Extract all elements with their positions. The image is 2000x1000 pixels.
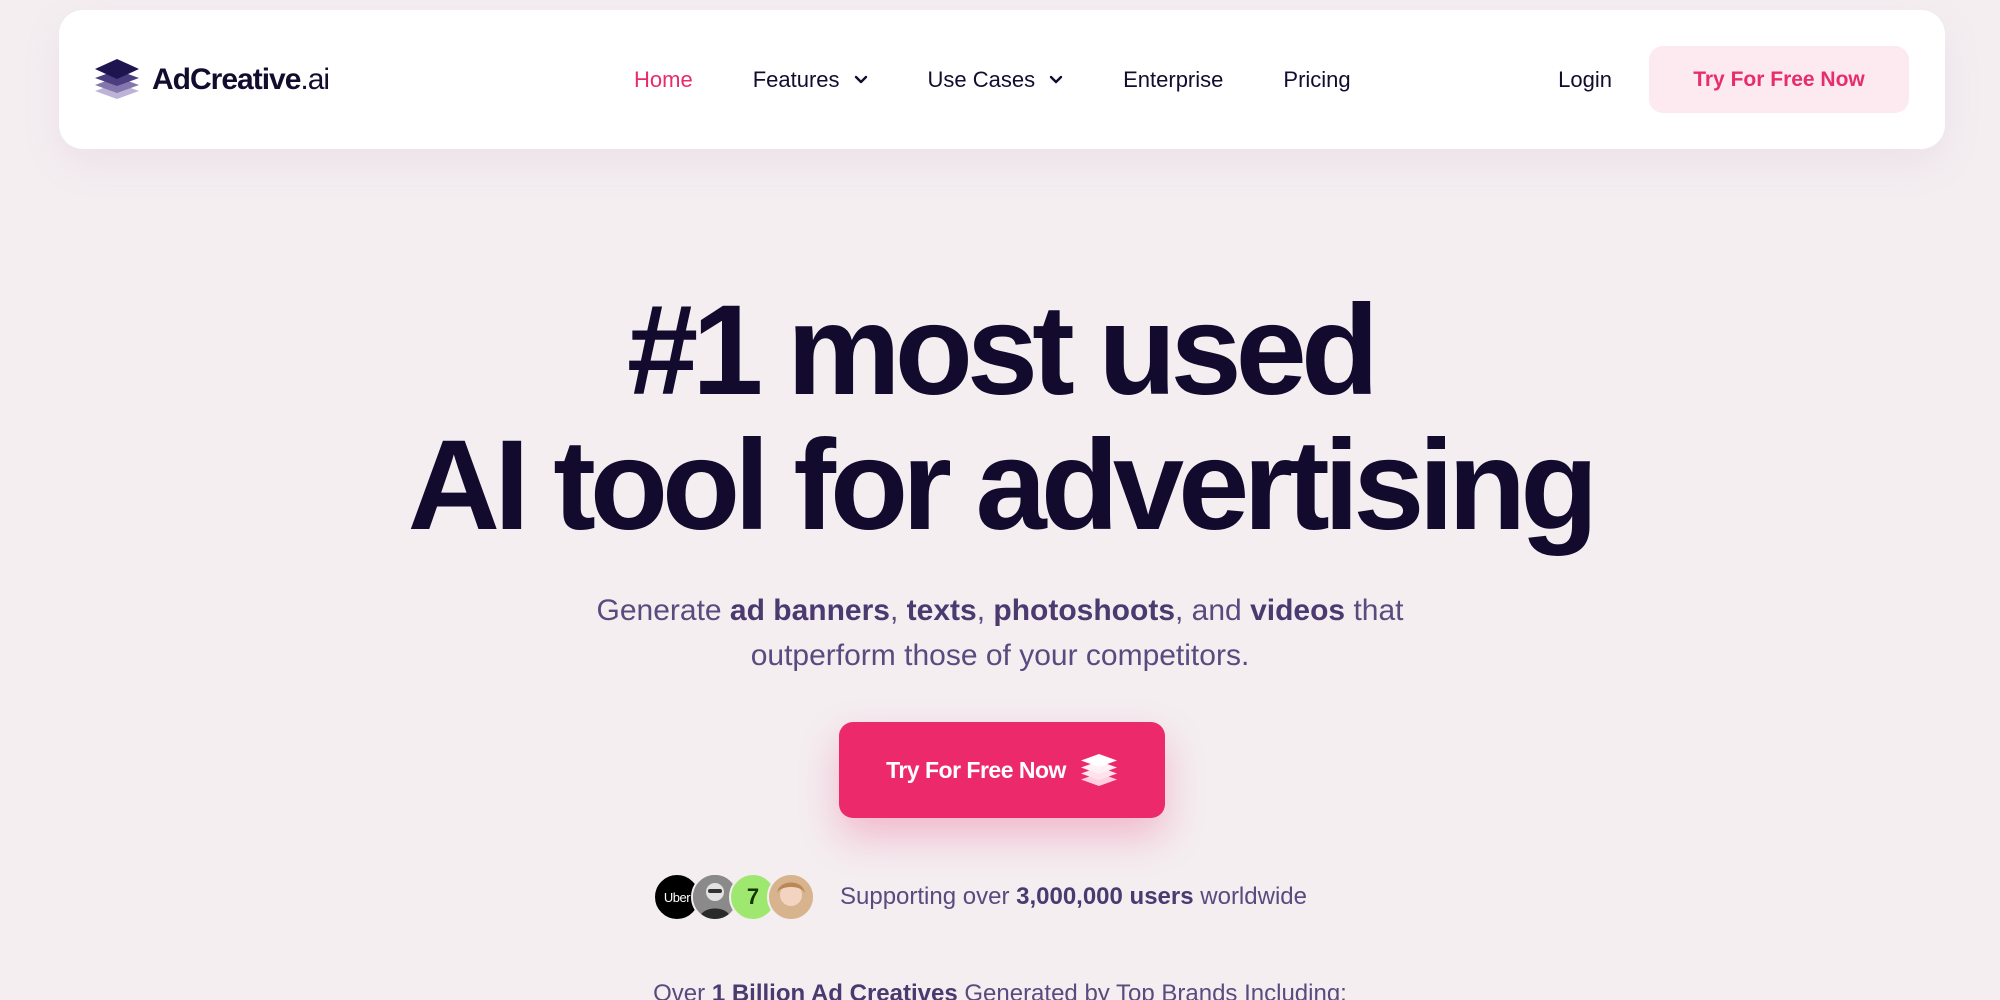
chevron-down-icon	[1049, 75, 1063, 83]
hero-try-free-button[interactable]: Try For Free Now	[839, 722, 1165, 818]
nav-enterprise-label: Enterprise	[1123, 66, 1224, 92]
nav-features-label: Features	[752, 66, 840, 92]
layers-logo-icon	[95, 59, 139, 99]
nav-use-cases-label: Use Cases	[927, 66, 1036, 92]
hero-subtitle: Generate ad banners, texts, photoshoots,…	[596, 594, 1404, 672]
nav-links: Home Features Use Cases Enterprise Prici…	[634, 10, 1411, 149]
nav-try-free-button[interactable]: Try For Free Now	[1649, 46, 1909, 113]
nav-pricing-label: Pricing	[1283, 66, 1351, 92]
nav-home-label: Home	[634, 66, 693, 92]
logo[interactable]: AdCreative.ai	[94, 57, 330, 103]
users-count-text: Supporting over 3,000,000 users worldwid…	[840, 883, 1307, 910]
hero-title-line1: #1 most used	[626, 279, 1379, 422]
hero-title-line2: AI tool for advertising	[407, 414, 1599, 557]
avatar-woman	[767, 873, 815, 921]
hero-cta-label: Try For Free Now	[886, 756, 1066, 783]
nav-home[interactable]: Home	[634, 67, 693, 93]
layers-icon	[1080, 754, 1117, 786]
chevron-down-icon	[854, 75, 867, 83]
logo-text: AdCreative.ai	[152, 63, 330, 96]
nav-pricing[interactable]: Pricing	[1283, 67, 1350, 93]
navbar: AdCreative.ai Home Features Use Cases En…	[59, 10, 1945, 149]
social-proof: Uber 7 Supporting over 3,000,000 users w…	[653, 873, 1307, 921]
person-icon	[769, 875, 813, 919]
nav-features[interactable]: Features	[753, 67, 868, 93]
nav-enterprise[interactable]: Enterprise	[1123, 67, 1223, 93]
nav-use-cases[interactable]: Use Cases	[928, 67, 1064, 93]
nav-actions: Login Try For Free Now	[1558, 46, 1909, 113]
login-link[interactable]: Login	[1558, 67, 1612, 93]
brands-intro-text: Over 1 Billion Ad Creatives Generated by…	[653, 980, 1347, 1000]
avatar-stack: Uber 7	[653, 873, 815, 921]
